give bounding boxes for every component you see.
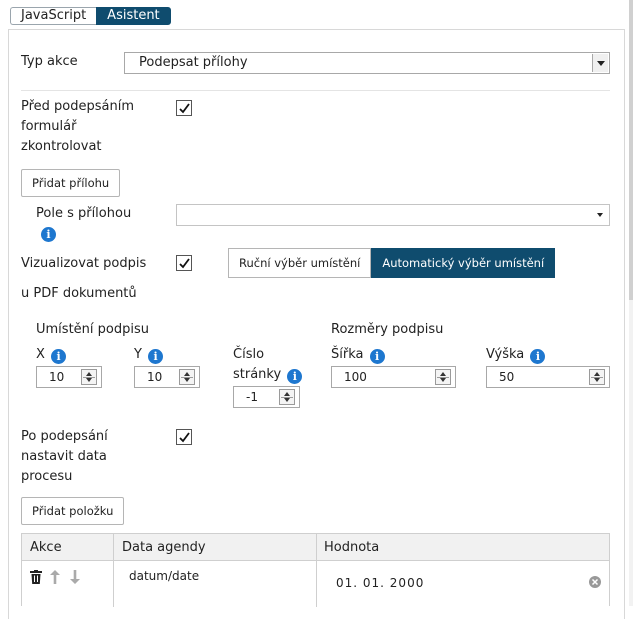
arrow-down-icon[interactable] (69, 569, 81, 585)
x-value: 10 (49, 370, 65, 384)
signature-position-title: Umístění podpisu (36, 322, 149, 337)
y-value: 10 (147, 370, 163, 384)
attachment-field-label: Pole s přílohou (36, 206, 132, 221)
validate-label-line-1: Před podepsáním (21, 99, 135, 114)
trash-icon[interactable] (29, 569, 43, 585)
validate-checkbox[interactable] (176, 100, 192, 116)
clear-icon[interactable] (589, 576, 601, 588)
editor-tabs: JavaScript Asistent (10, 7, 171, 25)
y-label-text: Y (134, 347, 142, 362)
auto-placement-button[interactable]: Automatický výběr umístění (371, 248, 556, 278)
width-label: Šířka i (331, 345, 385, 365)
width-value: 100 (344, 370, 367, 384)
process-data-table: Akce Data agendy Hodnota datum/date 01. … (21, 533, 610, 607)
page-label-line-2: stránky i (233, 365, 303, 385)
placement-mode-toggle: Ruční výběr umístění Automatický výběr u… (228, 248, 556, 278)
action-type-label: Typ akce (21, 54, 78, 69)
add-item-button[interactable]: Přidat položku (21, 497, 125, 525)
y-label: Y i (134, 345, 164, 365)
width-input[interactable]: 100 (331, 366, 456, 388)
width-label-text: Šířka (331, 347, 364, 362)
attachment-field-select[interactable] (176, 204, 610, 226)
tab-javascript[interactable]: JavaScript (10, 7, 97, 25)
vertical-scrollbar[interactable] (629, 0, 633, 606)
column-header-agenda-data: Data agendy (122, 540, 206, 555)
page-number-value: -1 (246, 390, 258, 404)
visualize-checkbox[interactable] (176, 255, 192, 271)
height-input[interactable]: 50 (486, 366, 610, 388)
spinner-icon[interactable] (435, 369, 451, 385)
height-label: Výška i (486, 345, 546, 365)
y-input[interactable]: 10 (134, 366, 200, 388)
chevron-down-icon[interactable] (592, 54, 608, 72)
divider (21, 90, 610, 91)
agenda-data-cell: datum/date (129, 569, 200, 583)
tab-asistent[interactable]: Asistent (96, 7, 171, 25)
info-icon[interactable]: i (148, 349, 164, 364)
x-input[interactable]: 10 (36, 366, 102, 388)
process-data-label-line-3: procesu (21, 469, 73, 484)
page-number-input[interactable]: -1 (233, 386, 300, 408)
checkmark-icon (178, 257, 190, 268)
x-label: X i (36, 345, 67, 365)
info-icon[interactable]: i (287, 369, 303, 384)
process-data-label-line-1: Po podepsání (21, 429, 108, 444)
info-icon[interactable]: i (41, 227, 56, 242)
info-icon[interactable]: i (369, 349, 385, 364)
info-icon[interactable]: i (530, 349, 546, 364)
column-divider (316, 534, 317, 607)
height-value: 50 (499, 370, 515, 384)
checkmark-icon (178, 431, 190, 442)
page-label-line-1: Číslo (233, 347, 265, 362)
height-label-text: Výška (486, 347, 525, 362)
visualize-label-line-1: Vizualizovat podpis (21, 256, 147, 271)
date-value-input[interactable]: 01. 01. 2000 (324, 566, 606, 600)
spinner-icon[interactable] (81, 369, 97, 385)
arrow-up-icon[interactable] (49, 569, 61, 585)
action-type-select[interactable]: Podepsat přílohy (124, 52, 610, 74)
info-icon[interactable]: i (51, 349, 67, 364)
add-attachment-button[interactable]: Přidat přílohu (21, 169, 121, 197)
spinner-icon[interactable] (179, 369, 195, 385)
validate-label-line-2: formulář (21, 119, 77, 134)
column-header-actions: Akce (30, 540, 62, 555)
checkmark-icon (178, 102, 190, 113)
spinner-icon[interactable] (589, 369, 605, 385)
spinner-icon[interactable] (279, 389, 295, 405)
column-divider (113, 534, 114, 607)
signature-size-title: Rozměry podpisu (331, 322, 444, 337)
process-data-checkbox[interactable] (176, 429, 192, 445)
manual-placement-button[interactable]: Ruční výběr umístění (228, 248, 372, 278)
scrollbar-thumb[interactable] (629, 0, 633, 300)
visualize-label-line-2: u PDF dokumentů (21, 286, 137, 301)
page-label-text: stránky (233, 367, 282, 382)
action-type-value: Podepsat přílohy (139, 55, 248, 70)
process-data-label-line-2: nastavit data (21, 449, 107, 464)
validate-label-line-3: zkontrolovat (21, 139, 102, 154)
chevron-down-icon[interactable] (592, 206, 608, 224)
x-label-text: X (36, 347, 45, 362)
column-header-value: Hodnota (324, 540, 380, 555)
